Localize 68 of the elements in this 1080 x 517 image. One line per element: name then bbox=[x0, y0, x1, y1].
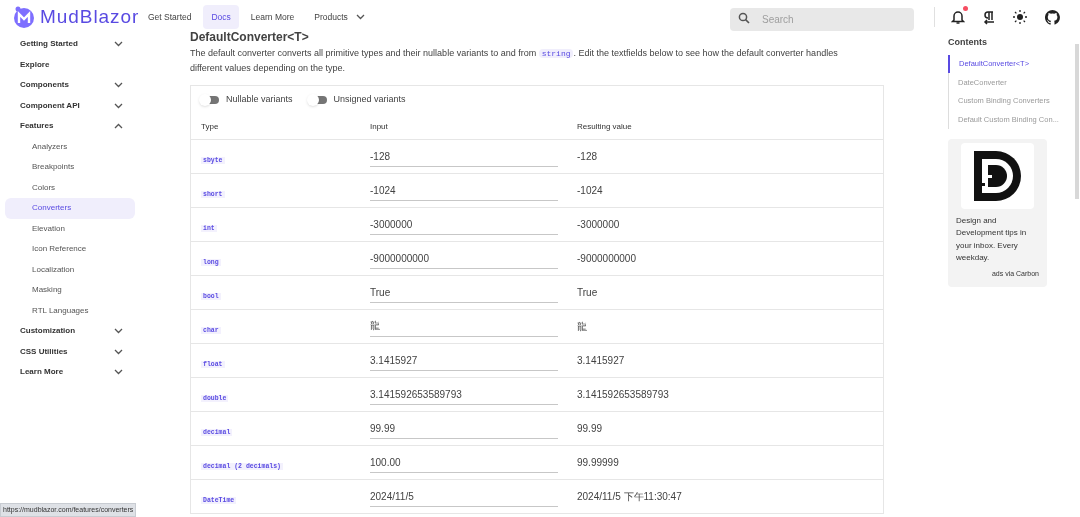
sun-icon bbox=[1013, 10, 1027, 24]
code-snippet: string bbox=[538, 49, 574, 58]
table-cell-text: 99.99999 bbox=[577, 456, 620, 470]
sidebar-subitem[interactable]: Localization bbox=[5, 259, 135, 280]
search-field[interactable]: Search bbox=[730, 7, 914, 31]
brand-name[interactable]: MudBlazor bbox=[40, 2, 140, 32]
ad-text[interactable]: Design and Development tips in your inbox. Every weekday. bbox=[956, 214, 1039, 265]
nav-tab[interactable]: Products bbox=[306, 5, 373, 29]
table-cell-text: 3.1415927 bbox=[577, 354, 626, 368]
column-header: Type bbox=[201, 120, 220, 133]
table-cell-text: True bbox=[577, 286, 599, 300]
sidebar-item[interactable]: Learn More bbox=[5, 362, 135, 383]
sidebar-item[interactable]: Features bbox=[5, 116, 135, 137]
rtl-button[interactable] bbox=[983, 9, 995, 25]
sidebar-subitem[interactable]: Colors bbox=[5, 177, 135, 198]
table-cell-text: 3.141592653589793 bbox=[577, 388, 670, 402]
search-icon bbox=[738, 11, 750, 24]
github-button[interactable] bbox=[1045, 9, 1060, 25]
table-cell-text: 2024/11/5 下午11:30:47 bbox=[577, 490, 683, 504]
toggle-switch[interactable]: Unsigned variants bbox=[308, 93, 406, 107]
input-field[interactable]: True bbox=[370, 282, 558, 303]
toggle-switch[interactable]: Nullable variants bbox=[201, 93, 293, 107]
input-field[interactable]: 3.1415927 bbox=[370, 350, 558, 371]
sidebar-item[interactable]: Getting Started bbox=[5, 34, 135, 55]
scrollbar[interactable] bbox=[1075, 44, 1079, 199]
table-cell-text: -128 bbox=[577, 150, 598, 164]
theme-button[interactable] bbox=[1013, 10, 1027, 24]
sidebar-subitem[interactable]: Elevation bbox=[5, 218, 135, 239]
table-cell-text: 99.99 bbox=[577, 422, 604, 436]
table-cell-text: -1024 bbox=[577, 184, 604, 198]
sidebar-item[interactable]: Customization bbox=[5, 321, 135, 342]
column-header: Resulting value bbox=[577, 120, 633, 133]
ad-logo[interactable] bbox=[961, 142, 1034, 209]
input-field[interactable]: 龍 bbox=[370, 316, 558, 337]
sidebar-item[interactable]: Components bbox=[5, 75, 135, 96]
nav-tab[interactable]: Learn More bbox=[242, 5, 303, 29]
input-field[interactable]: 3.141592653589793 bbox=[370, 384, 558, 405]
nav-tab[interactable]: Docs bbox=[203, 5, 239, 29]
input-field[interactable]: -9000000000 bbox=[370, 248, 558, 269]
sidebar-subitem[interactable]: Masking bbox=[5, 280, 135, 301]
sidebar-subitem[interactable]: RTL Languages bbox=[5, 300, 135, 321]
input-field[interactable]: 100.00 bbox=[370, 452, 558, 473]
table-cell-text: 龍 bbox=[577, 320, 588, 334]
column-header: Input bbox=[370, 120, 389, 133]
sidebar-subitem[interactable]: Icon Reference bbox=[5, 239, 135, 260]
contents-title: Contents bbox=[948, 36, 988, 49]
sidebar-subitem[interactable]: Analyzers bbox=[5, 136, 135, 157]
paragraph-icon bbox=[983, 9, 995, 25]
input-field[interactable]: 2024/11/5 bbox=[370, 486, 558, 507]
sidebar-item[interactable]: Explore bbox=[5, 54, 135, 75]
sidebar-subitem[interactable]: Converters bbox=[5, 198, 135, 219]
sidebar-item[interactable]: Component API bbox=[5, 95, 135, 116]
input-field[interactable]: -1024 bbox=[370, 180, 558, 201]
table-cell-text: -9000000000 bbox=[577, 252, 637, 266]
table-cell-text: -3000000 bbox=[577, 218, 621, 232]
notifications-button[interactable] bbox=[951, 9, 965, 25]
letter-d-logo-icon bbox=[973, 150, 1022, 201]
sidebar-item[interactable]: CSS Utilities bbox=[5, 341, 135, 362]
section-heading: DefaultConverter<T> bbox=[190, 31, 309, 44]
bell-icon bbox=[951, 9, 965, 25]
description-text: The default converter converts all primitive types and their nullable variants to and from string . Edit the textfields below to see how the default converter handles different values depending on the type. bbox=[190, 47, 839, 75]
input-field[interactable]: -3000000 bbox=[370, 214, 558, 235]
input-field[interactable]: 99.99 bbox=[370, 418, 558, 439]
nav-tab[interactable]: Get Started bbox=[140, 5, 200, 29]
sidebar-subitem[interactable]: Breakpoints bbox=[5, 157, 135, 178]
github-icon bbox=[1045, 9, 1060, 25]
input-field[interactable]: -128 bbox=[370, 146, 558, 167]
logo-icon bbox=[12, 5, 36, 29]
